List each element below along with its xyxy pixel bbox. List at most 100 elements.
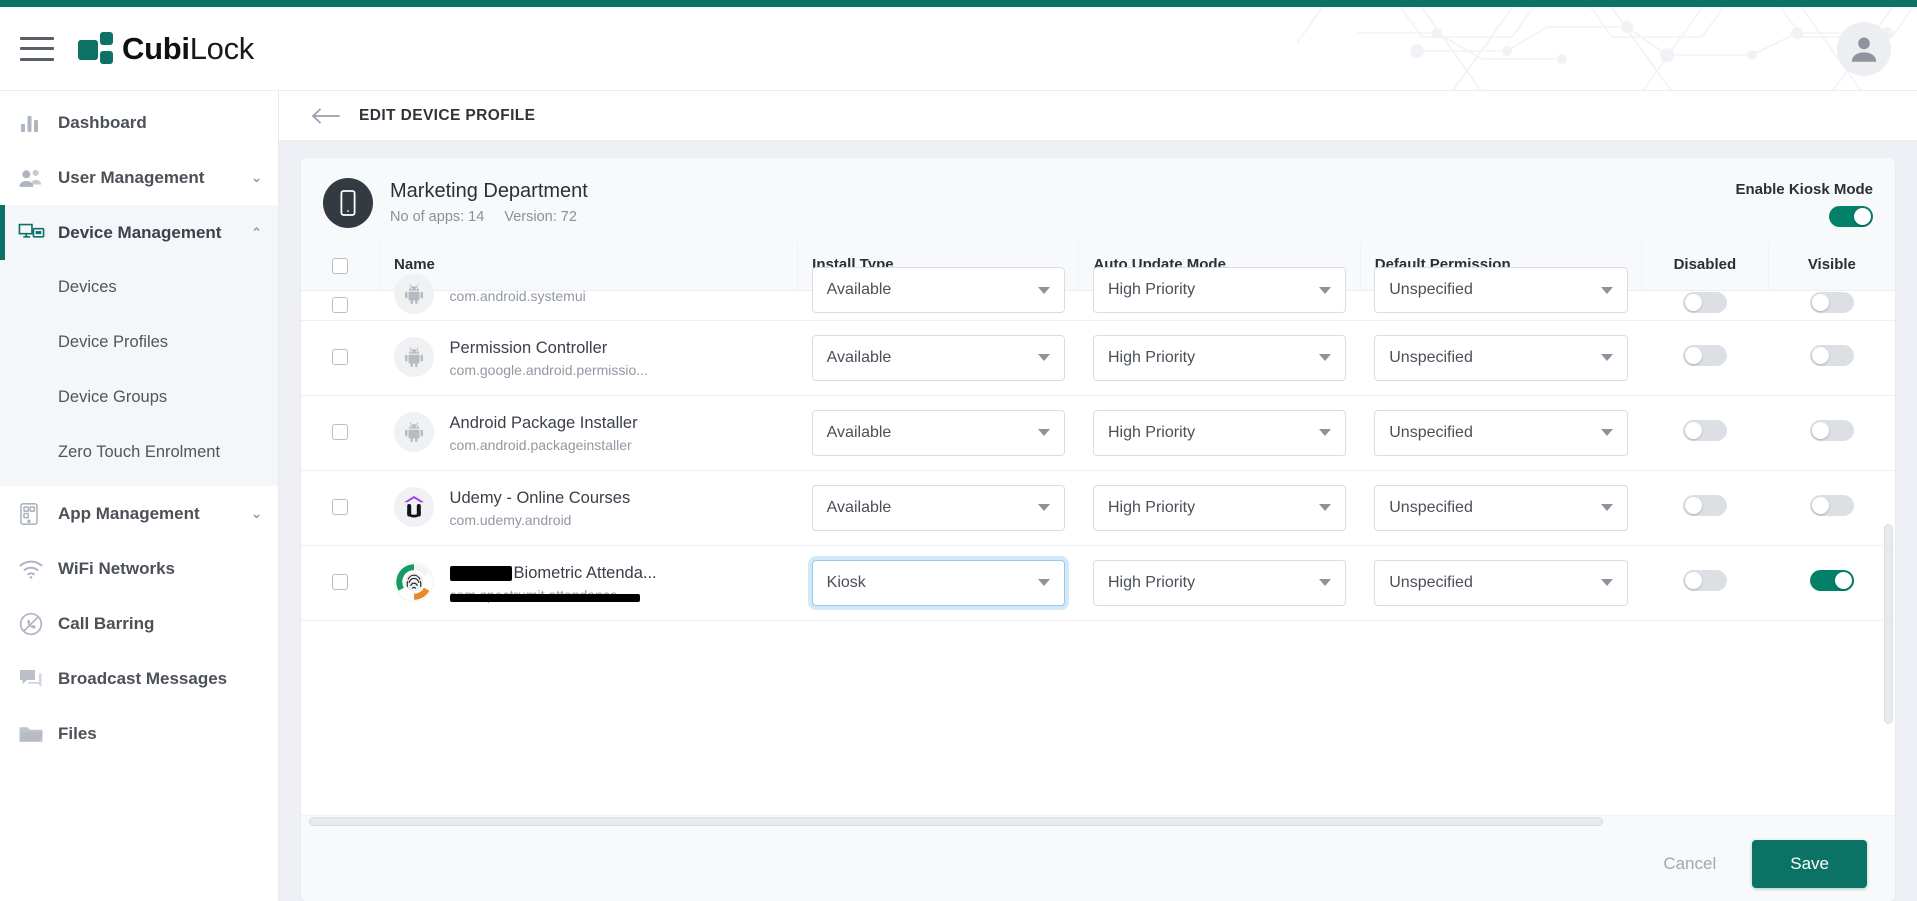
- hamburger-icon[interactable]: [20, 36, 54, 61]
- install-type-select-cell: Available: [797, 395, 1079, 471]
- default-permission-select[interactable]: Unspecified: [1374, 409, 1628, 456]
- disabled-toggle[interactable]: [1682, 569, 1727, 591]
- app-package: com.android.systemui: [449, 287, 586, 304]
- row-checkbox[interactable]: [332, 499, 349, 516]
- row-select-cell: [301, 545, 380, 621]
- app-package: com.android.packageinstaller: [449, 437, 632, 454]
- android-robot-icon: [393, 337, 434, 378]
- header-disabled: Disabled: [1641, 242, 1769, 291]
- row-checkbox[interactable]: [332, 296, 349, 313]
- auto-update-mode-select-cell: High Priority: [1078, 320, 1361, 396]
- auto-update-mode-select-value: High Priority: [1107, 423, 1196, 441]
- disabled-toggle[interactable]: [1682, 344, 1727, 366]
- visible-toggle[interactable]: [1809, 344, 1854, 366]
- visible-toggle[interactable]: [1809, 494, 1854, 516]
- table-horizontal-scrollbar[interactable]: [301, 815, 1895, 827]
- mobile-phone-icon: [323, 178, 373, 228]
- fingerprint-icon: [393, 562, 434, 603]
- sidebar-item-devices[interactable]: Devices: [0, 260, 278, 315]
- visible-toggle-cell: [1768, 395, 1895, 471]
- row-checkbox[interactable]: [332, 424, 349, 441]
- app-title: Udemy - Online Courses: [449, 488, 631, 507]
- default-permission-select[interactable]: Unspecified: [1374, 267, 1628, 313]
- auto-update-mode-select[interactable]: High Priority: [1092, 334, 1347, 381]
- users-icon: [18, 166, 58, 190]
- cancel-button[interactable]: Cancel: [1637, 842, 1742, 886]
- bar-chart-icon: [18, 111, 58, 135]
- app-title: Biometric Attenda...: [513, 563, 657, 582]
- default-permission-select-value: Unspecified: [1389, 573, 1473, 591]
- disabled-toggle[interactable]: [1682, 419, 1727, 441]
- logo-text-bold: Cubi: [122, 30, 190, 66]
- app-package: com.google.android.permissio...: [449, 362, 648, 379]
- sidebar-item-wifi-networks[interactable]: WiFi Networks: [0, 541, 278, 596]
- page-title: EDIT DEVICE PROFILE: [359, 106, 536, 124]
- apps-table-container: Name Install Type Auto Update Mode Defau…: [301, 242, 1895, 815]
- chevron-down-icon: [1319, 579, 1332, 586]
- sidebar-item-files[interactable]: Files: [0, 706, 278, 761]
- app-name-cell: Biometric Attenda... com.spectrumit.atten…: [379, 545, 798, 621]
- sidebar-item-label: Call Barring: [58, 613, 155, 633]
- auto-update-mode-select-value: High Priority: [1107, 498, 1196, 516]
- sidebar-item-device-management[interactable]: Device Management ⌃: [0, 205, 278, 260]
- user-avatar-icon[interactable]: [1837, 21, 1891, 76]
- table-row: Permission Controller com.google.android.…: [301, 320, 1895, 396]
- sidebar-item-user-management[interactable]: User Management ⌄: [0, 150, 278, 205]
- disabled-toggle-cell: [1641, 470, 1769, 546]
- auto-update-mode-select[interactable]: High Priority: [1092, 559, 1347, 606]
- default-permission-select-cell: Unspecified: [1360, 395, 1642, 471]
- scrollbar-thumb[interactable]: [309, 817, 1603, 826]
- profile-apps-count: No of apps: 14: [390, 209, 485, 225]
- default-permission-select[interactable]: Unspecified: [1374, 334, 1628, 381]
- row-select-cell: [301, 290, 380, 321]
- visible-toggle[interactable]: [1809, 419, 1854, 441]
- apps-table: Name Install Type Auto Update Mode Defau…: [301, 242, 1895, 621]
- install-type-select[interactable]: Available: [811, 484, 1065, 531]
- auto-update-mode-select[interactable]: High Priority: [1092, 409, 1347, 456]
- default-permission-select-cell: Unspecified: [1360, 470, 1642, 546]
- select-all-header: [301, 242, 381, 291]
- default-permission-select[interactable]: Unspecified: [1374, 484, 1628, 531]
- sidebar-item-broadcast-messages[interactable]: Broadcast Messages: [0, 651, 278, 706]
- sidebar-item-zero-touch-enrolment[interactable]: Zero Touch Enrolment: [0, 425, 278, 480]
- profile-summary: Marketing Department No of apps: 14 Vers…: [301, 158, 1895, 242]
- table-vertical-scrollbar[interactable]: [1884, 524, 1893, 724]
- auto-update-mode-select[interactable]: High Priority: [1092, 267, 1347, 313]
- sidebar-item-device-profiles[interactable]: Device Profiles: [0, 315, 278, 370]
- disabled-toggle-cell: [1641, 395, 1769, 471]
- sidebar-item-call-barring[interactable]: Call Barring: [0, 596, 278, 651]
- sidebar-item-label: Files: [58, 723, 97, 743]
- visible-toggle[interactable]: [1809, 292, 1854, 313]
- disabled-toggle[interactable]: [1682, 292, 1727, 313]
- enable-kiosk-mode-toggle[interactable]: [1829, 206, 1873, 227]
- row-checkbox[interactable]: [332, 349, 349, 366]
- chevron-down-icon: [1600, 579, 1613, 586]
- install-type-select[interactable]: Available: [811, 334, 1065, 381]
- row-select-cell: [301, 320, 380, 396]
- arrow-left-icon[interactable]: [311, 106, 341, 126]
- disabled-toggle-cell: [1641, 290, 1769, 321]
- install-type-select-value: Available: [826, 423, 892, 441]
- install-type-select[interactable]: Kiosk: [811, 559, 1065, 606]
- sidebar-item-app-management[interactable]: App Management ⌄: [0, 486, 278, 541]
- chevron-down-icon: [1037, 286, 1050, 294]
- panel-footer: Cancel Save: [301, 827, 1895, 901]
- row-checkbox[interactable]: [332, 574, 349, 591]
- install-type-select[interactable]: Available: [811, 267, 1065, 313]
- cubilock-logo[interactable]: CubiLock: [76, 31, 254, 67]
- select-all-checkbox[interactable]: [332, 258, 349, 275]
- sidebar-item-label: Device Management: [58, 222, 222, 242]
- auto-update-mode-select[interactable]: High Priority: [1092, 484, 1347, 531]
- disabled-toggle-cell: [1641, 545, 1769, 621]
- disabled-toggle[interactable]: [1682, 494, 1727, 516]
- sidebar-item-device-groups[interactable]: Device Groups: [0, 370, 278, 425]
- logo-text-light: Lock: [189, 30, 255, 66]
- visible-toggle[interactable]: [1809, 569, 1854, 591]
- install-type-select-value: Available: [826, 281, 892, 298]
- default-permission-select[interactable]: Unspecified: [1374, 559, 1628, 606]
- disabled-toggle-cell: [1641, 320, 1769, 396]
- save-button[interactable]: Save: [1752, 840, 1867, 888]
- install-type-select[interactable]: Available: [811, 409, 1065, 456]
- app-grid-icon: [18, 502, 58, 526]
- sidebar-item-dashboard[interactable]: Dashboard: [0, 95, 278, 150]
